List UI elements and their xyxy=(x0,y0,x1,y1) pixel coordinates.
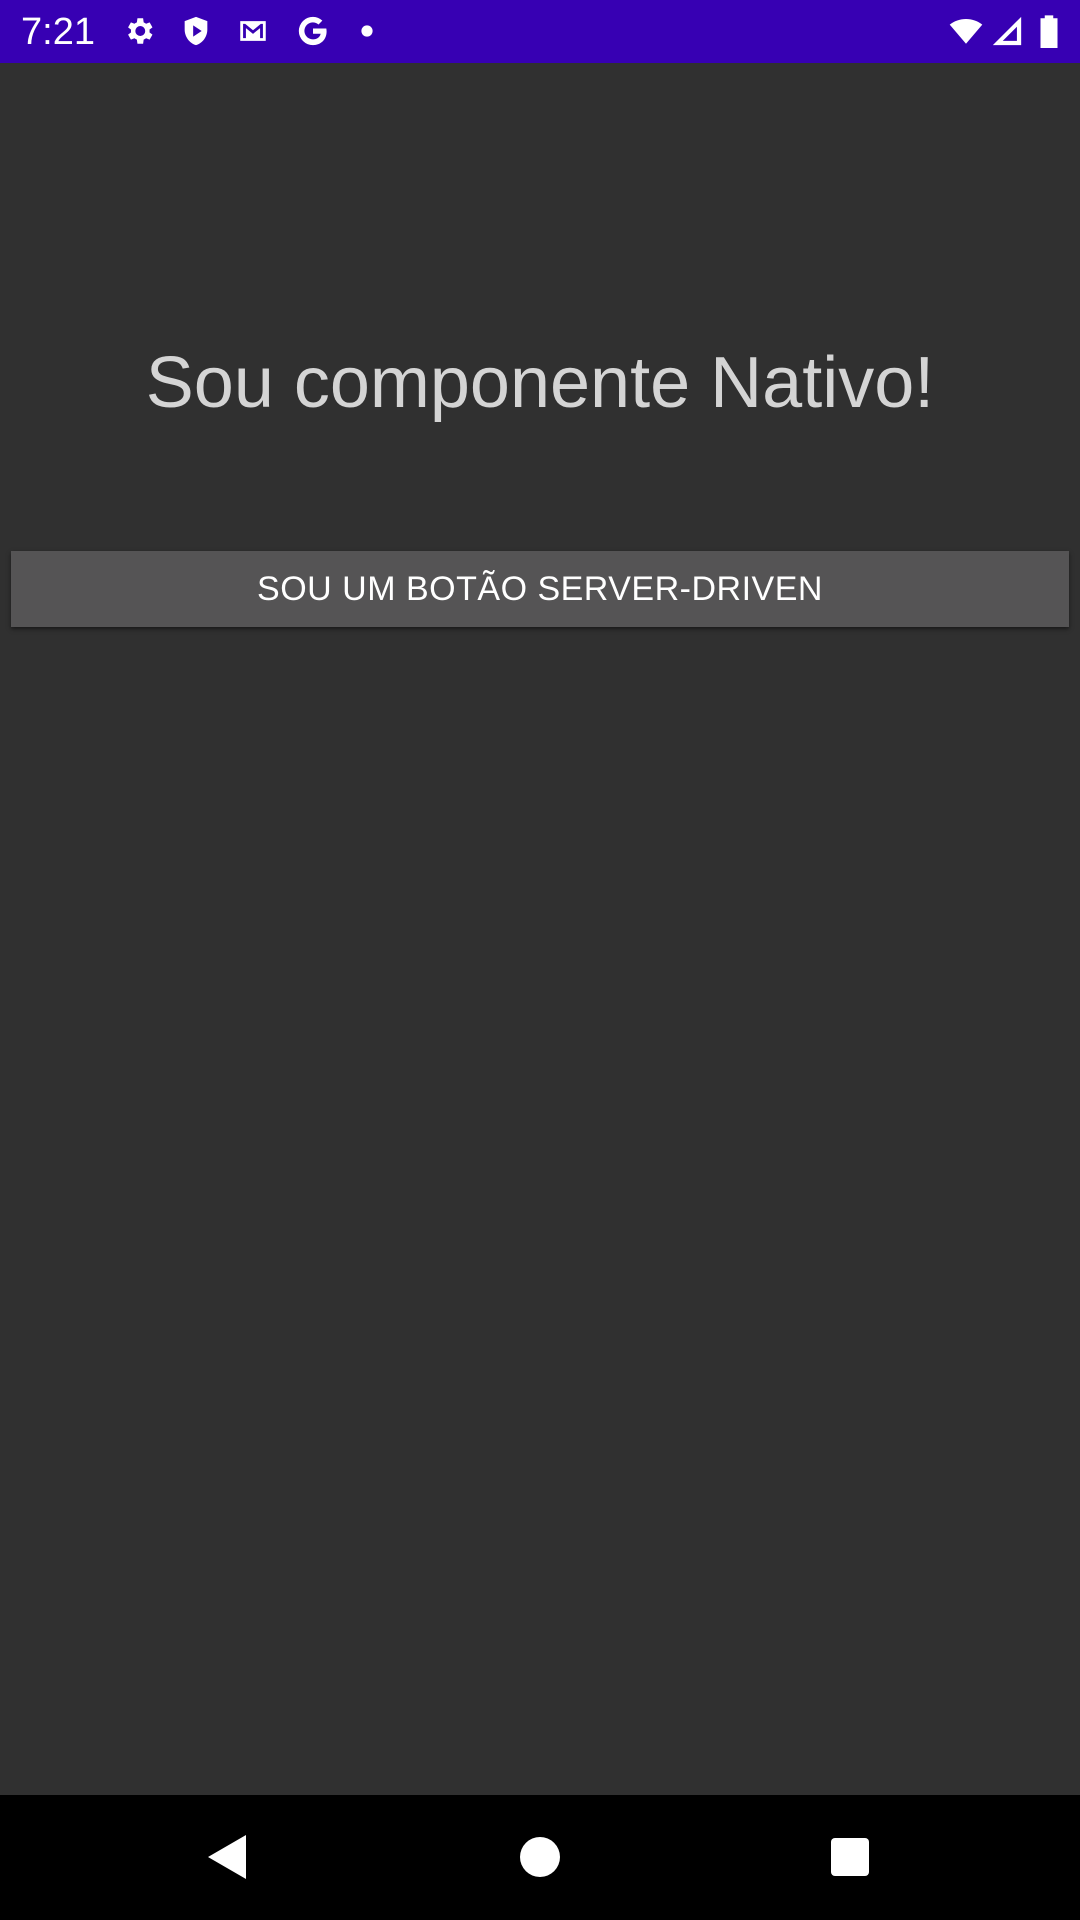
app-screen: 7:21 Sou componente Nativo! SOU UM BOTÃO… xyxy=(0,0,1080,1920)
wifi-icon xyxy=(946,14,986,48)
shield-play-icon xyxy=(179,14,213,48)
back-icon[interactable] xyxy=(194,1825,258,1889)
google-g-icon xyxy=(296,14,330,48)
home-icon[interactable] xyxy=(508,1825,572,1889)
navigation-bar xyxy=(0,1795,1080,1920)
gmail-icon xyxy=(236,14,270,48)
server-driven-button[interactable]: SOU UM BOTÃO SERVER-DRIVEN xyxy=(11,551,1069,627)
settings-gear-icon xyxy=(122,14,156,48)
native-component-title: Sou componente Nativo! xyxy=(145,343,935,423)
status-bar: 7:21 xyxy=(0,0,1080,63)
notification-dot-icon xyxy=(360,14,374,48)
status-time: 7:21 xyxy=(21,11,95,53)
recents-icon[interactable] xyxy=(818,1825,882,1889)
battery-icon xyxy=(1036,14,1062,48)
cellular-signal-icon xyxy=(990,14,1024,48)
